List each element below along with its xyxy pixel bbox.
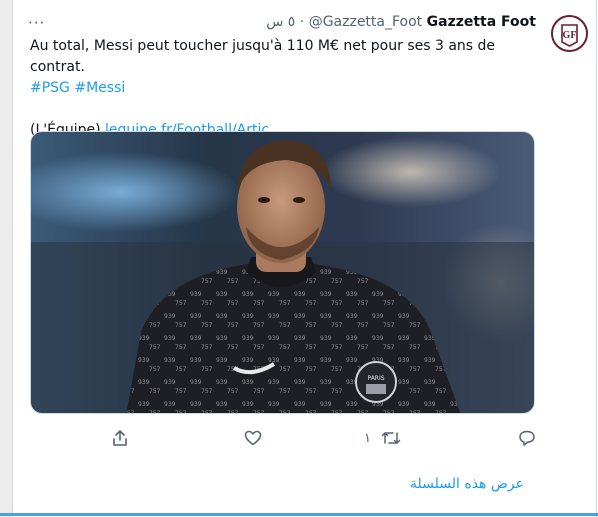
like-button[interactable] — [244, 428, 262, 448]
tweet-media-photo[interactable]: 939 757 PARIS — [30, 131, 535, 414]
avatar-logo-text: GF — [563, 30, 577, 41]
reply-button[interactable] — [518, 428, 536, 448]
more-options-icon[interactable]: ··· — [28, 14, 45, 32]
header-separator: · — [299, 14, 305, 30]
avatar[interactable]: GF — [551, 15, 588, 52]
player-photo: 939 757 PARIS — [31, 132, 534, 413]
bottom-divider — [0, 513, 598, 516]
heart-icon — [244, 430, 262, 446]
svg-text:PARIS: PARIS — [367, 375, 384, 382]
hashtag-messi[interactable]: #Messi — [74, 80, 125, 96]
tweet-text-line: Au total, Messi peut toucher jusqu'à 110… — [30, 38, 496, 75]
hashtag-line: #PSG #Messi — [30, 78, 550, 99]
tweet-actions: ١ — [0, 428, 598, 450]
show-thread-link[interactable]: عرض هذه السلسلة — [410, 476, 524, 492]
retweet-count: ١ — [364, 430, 371, 446]
tweet-header: ٥ س · @Gazzetta_Foot Gazzetta Foot — [266, 12, 536, 32]
gf-logo-icon: GF — [561, 24, 578, 47]
author-handle[interactable]: @Gazzetta_Foot — [309, 14, 422, 30]
reply-icon — [519, 430, 535, 446]
tweet-body: Au total, Messi peut toucher jusqu'à 110… — [30, 36, 550, 141]
share-button[interactable] — [111, 428, 129, 448]
hashtag-psg[interactable]: #PSG — [30, 80, 70, 96]
retweet-button[interactable]: ١ — [364, 428, 401, 448]
retweet-icon — [381, 432, 401, 444]
author-name[interactable]: Gazzetta Foot — [427, 14, 536, 30]
share-icon — [113, 430, 127, 446]
tweet-timestamp[interactable]: ٥ س — [266, 14, 295, 30]
